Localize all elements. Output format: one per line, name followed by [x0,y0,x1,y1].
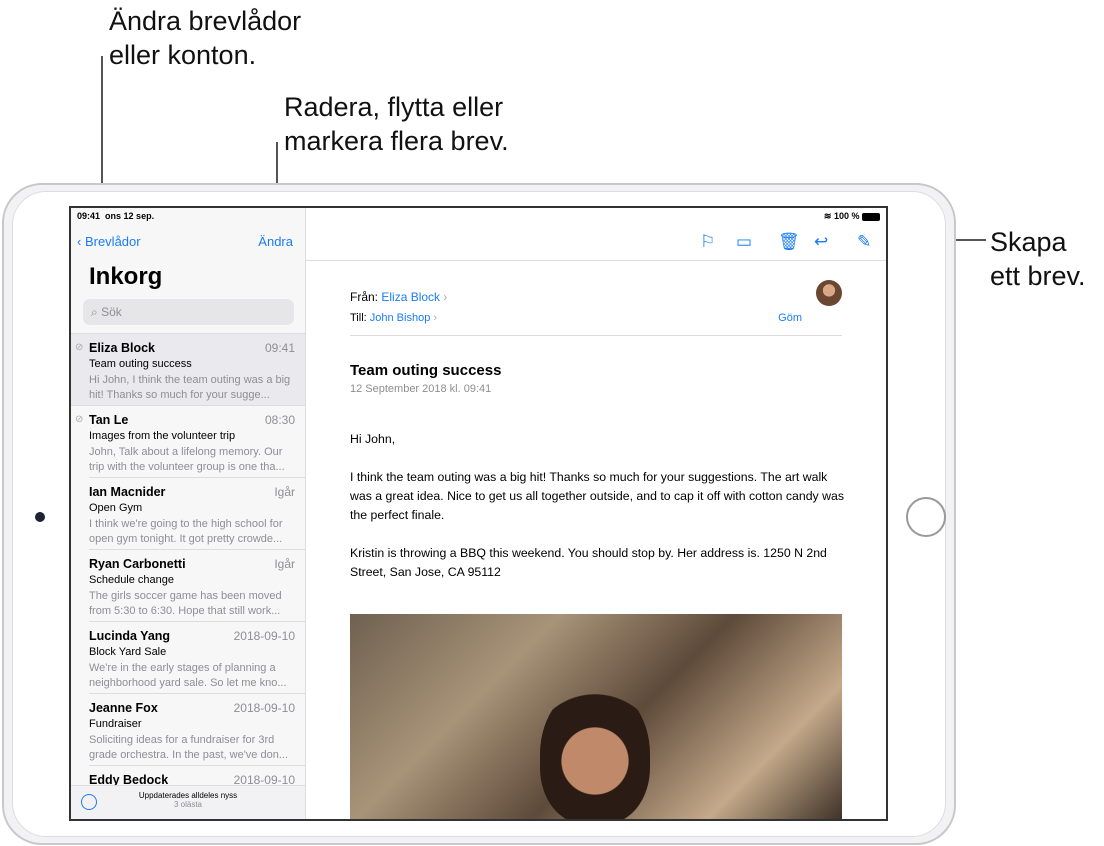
message-date: 12 September 2018 kl. 09:41 [350,383,492,395]
reply-icon[interactable]: ↩ [814,232,828,252]
trash-icon[interactable]: 🗑 [778,232,800,252]
preview: I think we're going to the high school f… [89,518,283,545]
time: Igår [274,485,295,499]
home-button[interactable] [906,497,946,537]
edit-button[interactable]: Ändra [258,234,293,249]
sender: Ian Macnider [89,485,166,499]
unread-count: 3 olästa [173,800,203,809]
updated-status: Uppdaterades alldeles nyss [138,791,238,800]
callout-line: Radera, flytta eller [284,92,504,122]
from-label: Från: [350,290,379,304]
message-paragraph: I think the team outing was a big hit! T… [350,470,844,522]
message-paragraph: Hi John, [350,432,396,446]
status-bar: 09:41 ons 12 sep. [71,208,305,226]
mailbox-sidebar: 09:41 ons 12 sep. ‹ Brevlådor Ändra Inko… [71,208,306,819]
callout-edit: Radera, flytta eller markera flera brev. [284,90,509,158]
chevron-left-icon: ‹ [77,234,85,249]
wifi-icon: ≋ [823,211,834,221]
preview: Soliciting ideas for a fundraiser for 3r… [89,734,288,761]
hide-button[interactable]: Göm [778,312,802,324]
to-row: Till: John Bishop › [350,312,438,324]
back-label: Brevlådor [84,234,141,249]
sender: Ryan Carbonetti [89,557,186,571]
message-paragraph: Kristin is throwing a BBQ this weekend. … [350,546,827,579]
preview: We're in the early stages of planning a … [89,662,287,689]
list-item[interactable]: Ian Macnider Igår Open Gym I think we're… [89,478,305,550]
preview: The girls soccer game has been moved fro… [89,590,282,617]
callout-line: eller konton. [109,40,257,70]
search-placeholder: Sök [101,305,122,319]
list-item[interactable]: Jeanne Fox 2018-09-10 Fundraiser Solicit… [89,694,305,766]
sender: Tan Le [89,413,129,427]
preview: Hi John, I think the team outing was a b… [89,374,291,401]
callout-mailboxes: Ändra brevlådor eller konton. [109,4,301,72]
status-bar-right: ≋ 100 % [306,208,886,226]
subject: Images from the volunteer trip [89,430,236,442]
callout-line: markera flera brev. [284,126,509,156]
list-footer: Uppdaterades alldeles nyss 3 olästa [71,785,305,819]
subject: Team outing success [89,358,192,370]
subject: Schedule change [89,574,175,586]
recipient-link[interactable]: John Bishop [370,312,431,324]
sender: Eliza Block [89,341,155,355]
flag-icon[interactable]: ⚐ [700,232,715,252]
message-header: Från: Eliza Block › Till: John Bishop › … [350,280,842,336]
folder-icon[interactable]: ▭ [736,232,752,252]
status-time: 09:41 [77,211,101,221]
search-icon: ⌕ [91,305,102,319]
camera [35,512,45,522]
time: 2018-09-10 [233,701,295,715]
avatar [816,280,842,306]
search-input[interactable]: ⌕ Sök [83,299,294,325]
status-date: ons 12 sep. [105,211,155,221]
paperclip-icon: ⊘ [75,342,84,353]
toolbar: ⚐ ▭ 🗑 ↩ ✎ [306,226,886,261]
list-item[interactable]: Ryan Carbonetti Igår Schedule change The… [89,550,305,622]
message-detail: ≋ 100 % ⚐ ▭ 🗑 ↩ ✎ Från: Eliza Block › Ti… [306,208,886,819]
time: 2018-09-10 [233,629,295,643]
callout-line: ett brev. [990,261,1086,291]
message-list: ⊘ Eliza Block 09:41 Team outing success H… [71,333,305,819]
callout-line: Ändra brevlådor [109,6,302,36]
list-item[interactable]: ⊘ Eliza Block 09:41 Team outing success H… [71,334,305,406]
page-title: Inkorg [89,263,163,290]
filter-icon[interactable] [81,794,97,810]
message-subject: Team outing success [350,362,502,379]
paperclip-icon: ⊘ [75,414,84,425]
sender: Jeanne Fox [89,701,158,715]
attached-photo[interactable] [350,614,842,819]
list-item[interactable]: ⊘ Tan Le 08:30 Images from the volunteer … [75,406,305,478]
time: 08:30 [264,413,295,427]
battery-icon [862,212,880,221]
list-item[interactable]: Lucinda Yang 2018-09-10 Block Yard Sale … [89,622,305,694]
preview: John, Talk about a lifelong memory. Our … [89,446,285,473]
subject: Fundraiser [89,718,142,730]
screen: 09:41 ons 12 sep. ‹ Brevlådor Ändra Inko… [69,206,888,821]
callout-line: Skapa [990,227,1067,257]
battery-level: 100 % [833,211,860,221]
time: 09:41 [264,341,295,355]
time: Igår [274,557,295,571]
compose-icon[interactable]: ✎ [857,232,871,252]
sender: Lucinda Yang [89,629,171,643]
subject: Block Yard Sale [89,646,167,658]
from-row: Från: Eliza Block › [350,290,448,304]
sender-link[interactable]: Eliza Block [381,290,440,304]
callout-compose: Skapa ett brev. [990,225,1086,293]
subject: Open Gym [89,502,143,514]
mailboxes-back-button[interactable]: ‹ Brevlådor [77,234,141,249]
to-label: Till: [350,312,367,324]
